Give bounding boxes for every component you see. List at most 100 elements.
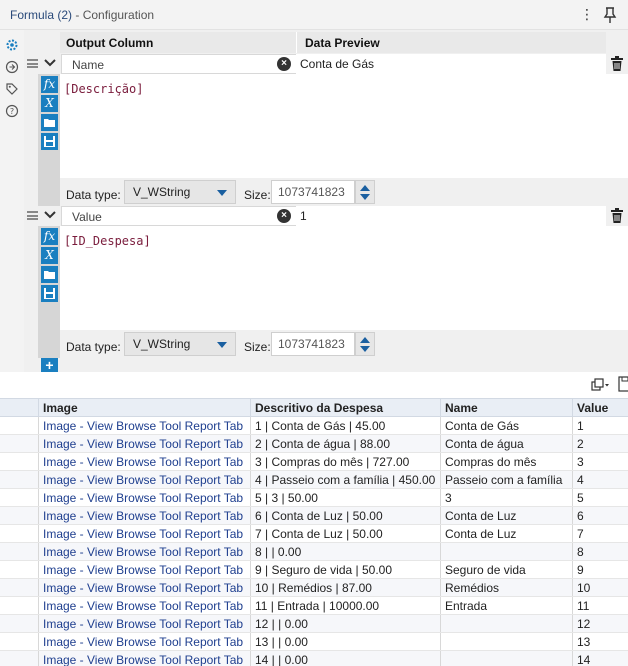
data-preview-value: 1	[296, 206, 606, 226]
stepper-up-icon[interactable]	[360, 185, 370, 191]
drag-handle-icon[interactable]	[27, 59, 38, 68]
variable-x-icon[interactable]: X	[41, 95, 58, 112]
table-cell[interactable]: Image - View Browse Tool Report Tab	[38, 470, 251, 489]
open-folder-icon[interactable]	[41, 114, 58, 131]
table-cell[interactable]: Image - View Browse Tool Report Tab	[38, 578, 251, 597]
table-cell[interactable]: Image - View Browse Tool Report Tab	[38, 524, 251, 543]
trash-icon[interactable]	[610, 56, 624, 72]
function-fx-icon[interactable]: fx	[41, 228, 58, 245]
window-title-text: Formula (2)	[10, 8, 73, 22]
table-cell	[0, 596, 39, 615]
table-row[interactable]: Image - View Browse Tool Report Tab 11 | …	[0, 596, 628, 615]
table-cell[interactable]: Image - View Browse Tool Report Tab	[38, 542, 251, 561]
table-cell: 4	[572, 470, 628, 489]
table-row[interactable]: oImage - View Browse Tool Report Tab7 | …	[0, 524, 628, 543]
table-cell: o	[0, 542, 39, 561]
tag-icon[interactable]	[5, 82, 19, 96]
table-cell[interactable]: Image - View Browse Tool Report Tab	[38, 506, 251, 525]
table-row[interactable]: oImage - View Browse Tool Report Tab3 | …	[0, 452, 628, 471]
drag-handle-icon[interactable]	[27, 211, 38, 220]
table-row[interactable]: oImage - View Browse Tool Report Tab5 | …	[0, 488, 628, 507]
table-cell[interactable]: Image - View Browse Tool Report Tab	[38, 416, 251, 435]
size-field[interactable]: 1073741823	[271, 332, 355, 356]
stepper-down-icon[interactable]	[360, 194, 370, 200]
table-row[interactable]: Image - View Browse Tool Report Tab 1 | C…	[0, 416, 628, 435]
table-row[interactable]: lImage - View Browse Tool Report Tab10 |…	[0, 578, 628, 597]
size-stepper[interactable]	[355, 180, 375, 204]
column-header[interactable]: Image	[38, 398, 251, 417]
table-cell: o	[0, 506, 39, 525]
trash-icon[interactable]	[610, 208, 624, 224]
column-header[interactable]: Descritivo da Despesa	[250, 398, 441, 417]
column-header[interactable]: Name	[440, 398, 573, 417]
help-icon[interactable]: ?	[5, 104, 19, 118]
table-cell: 2	[572, 434, 628, 453]
chevron-down-icon[interactable]	[43, 56, 57, 70]
gear-icon[interactable]	[5, 38, 19, 52]
table-cell: 3	[572, 452, 628, 471]
copy-options-icon[interactable]	[591, 378, 611, 392]
output-column-field[interactable]: Name	[61, 54, 297, 74]
size-field[interactable]: 1073741823	[271, 180, 355, 204]
table-cell[interactable]: Image - View Browse Tool Report Tab	[38, 560, 251, 579]
table-cell[interactable]: Image - View Browse Tool Report Tab	[38, 632, 251, 651]
table-cell: 10 | Remédios | 87.00	[250, 578, 441, 597]
table-row[interactable]: Image - View Browse Tool Report Tab 13 | …	[0, 632, 628, 651]
table-cell: 6 | Conta de Luz | 50.00	[250, 506, 441, 525]
table-cell: 5 | 3 | 50.00	[250, 488, 441, 507]
output-column-field[interactable]: Value	[61, 206, 297, 226]
data-type-select[interactable]: V_WString	[124, 332, 236, 356]
table-row[interactable]: Image - View Browse Tool Report Tab 12 | …	[0, 614, 628, 633]
table-row[interactable]: Image - View Browse Tool Report Tab 2 | C…	[0, 434, 628, 453]
table-cell: Conta de Gás	[440, 416, 573, 435]
table-row[interactable]: oImage - View Browse Tool Report Tab6 | …	[0, 506, 628, 525]
window-titlebar: Formula (2) - Configuration ⋮	[0, 0, 628, 30]
formula-expression-editor[interactable]: [Descrição]	[60, 74, 628, 178]
column-header[interactable]: Value	[572, 398, 628, 417]
table-cell: 9 | Seguro de vida | 50.00	[250, 560, 441, 579]
config-header: Output Column Data Preview	[24, 32, 628, 53]
dropdown-arrow-icon	[217, 342, 227, 348]
save-disk-icon[interactable]	[41, 285, 58, 302]
formula-row-header: Value × 1	[24, 206, 628, 226]
open-folder-icon[interactable]	[41, 266, 58, 283]
data-type-label: Data type:	[66, 340, 121, 354]
chevron-down-icon[interactable]	[43, 208, 57, 222]
table-cell[interactable]: Image - View Browse Tool Report Tab	[38, 596, 251, 615]
table-cell: 7	[572, 524, 628, 543]
stepper-up-icon[interactable]	[360, 337, 370, 343]
table-cell[interactable]: Image - View Browse Tool Report Tab	[38, 434, 251, 453]
table-cell[interactable]: Image - View Browse Tool Report Tab	[38, 452, 251, 471]
table-cell[interactable]: Image - View Browse Tool Report Tab	[38, 488, 251, 507]
table-cell	[440, 614, 573, 633]
kebab-menu-icon[interactable]: ⋮	[580, 6, 594, 24]
settings-circle-icon[interactable]	[5, 60, 19, 74]
pin-icon[interactable]	[602, 6, 618, 24]
table-row[interactable]: oImage - View Browse Tool Report Tab8 | …	[0, 542, 628, 561]
stepper-down-icon[interactable]	[360, 346, 370, 352]
clear-field-icon[interactable]: ×	[277, 57, 291, 71]
formula-block: Name × Conta de Gás fx X [Descrição] Dat…	[24, 54, 628, 206]
add-formula-button[interactable]: +	[41, 358, 58, 372]
function-fx-icon[interactable]: fx	[41, 76, 58, 93]
table-cell[interactable]: Image - View Browse Tool Report Tab	[38, 614, 251, 633]
formula-config-panel: Output Column Data Preview Name × Conta …	[24, 30, 628, 372]
table-row[interactable]: oImage - View Browse Tool Report Tab9 | …	[0, 560, 628, 579]
table-cell[interactable]: Image - View Browse Tool Report Tab	[38, 650, 251, 666]
formula-expression-editor[interactable]: [ID_Despesa]	[60, 226, 628, 330]
clear-field-icon[interactable]: ×	[277, 209, 291, 223]
table-cell: o	[0, 452, 39, 471]
save-results-icon[interactable]	[618, 376, 628, 392]
data-type-label: Data type:	[66, 188, 121, 202]
variable-x-icon[interactable]: X	[41, 247, 58, 264]
size-label: Size:	[244, 340, 271, 354]
column-header[interactable]: to	[0, 398, 39, 417]
data-type-select[interactable]: V_WString	[124, 180, 236, 204]
table-row[interactable]: oImage - View Browse Tool Report Tab4 | …	[0, 470, 628, 489]
config-side-rail: ?	[0, 30, 24, 372]
table-row[interactable]: Image - View Browse Tool Report Tab 14 | …	[0, 650, 628, 666]
size-stepper[interactable]	[355, 332, 375, 356]
table-cell	[0, 434, 39, 453]
data-preview-value: Conta de Gás	[296, 54, 606, 74]
save-disk-icon[interactable]	[41, 133, 58, 150]
